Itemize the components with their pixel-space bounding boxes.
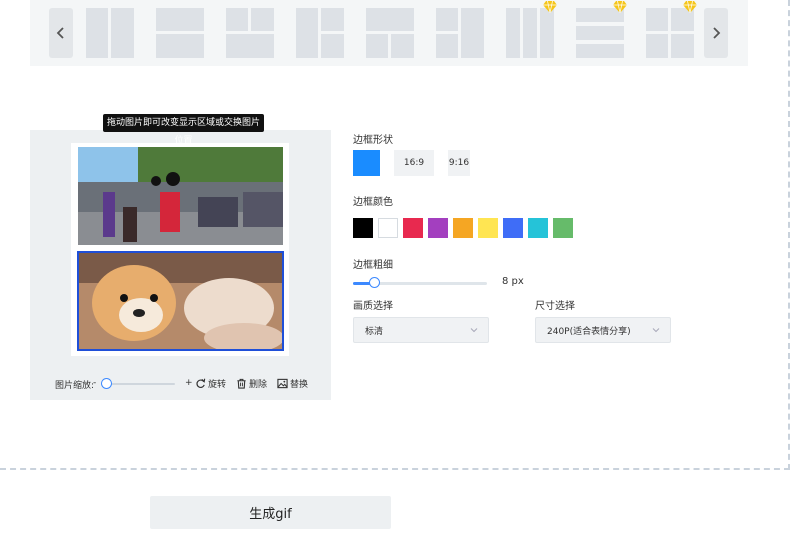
chevron-right-icon — [713, 27, 721, 39]
rotate-label: 旋转 — [208, 380, 227, 390]
thickness-value: 8 px — [502, 276, 524, 287]
layout-option-four-grid[interactable] — [641, 1, 699, 64]
quality-select[interactable]: 标清 — [353, 317, 489, 343]
color-swatch-black[interactable] — [353, 218, 373, 238]
border-shape-label: 边框形状 — [353, 135, 393, 146]
border-thickness-label: 边框粗细 — [353, 260, 393, 271]
zoom-slider-track[interactable] — [103, 383, 175, 385]
quality-value: 标清 — [365, 326, 384, 337]
size-select[interactable]: 240P(适合表情分享) — [535, 317, 671, 343]
layout-option-left-two-right-one[interactable] — [431, 2, 489, 64]
layout-option-three-columns[interactable] — [501, 1, 559, 64]
image-zoom-bar: 图片缩放: - + 旋转 删除 替换 — [55, 376, 315, 392]
color-swatch-blue[interactable] — [503, 218, 523, 238]
next-layout-button[interactable] — [704, 8, 728, 58]
diamond-icon — [683, 1, 697, 13]
chevron-left-icon — [56, 27, 64, 39]
color-swatch-orange[interactable] — [453, 218, 473, 238]
layout-option-left-one-right-two[interactable] — [291, 2, 349, 64]
border-shape-16-9-option[interactable]: 16:9 — [394, 150, 434, 176]
trash-icon — [237, 378, 246, 389]
color-swatch-green[interactable] — [553, 218, 573, 238]
border-color-label: 边框颜色 — [353, 197, 393, 208]
diamond-icon — [543, 1, 557, 13]
dashed-border-right — [788, 0, 790, 470]
rotate-button[interactable]: 旋转 — [195, 377, 226, 390]
thickness-slider-handle[interactable] — [369, 277, 380, 288]
layout-option-two-rows[interactable] — [151, 2, 209, 64]
size-label: 尺寸选择 — [535, 301, 575, 312]
border-shape-9-16-option[interactable]: 9:16 — [448, 150, 470, 176]
chevron-down-icon — [470, 328, 478, 333]
zoom-slider-handle[interactable] — [101, 378, 112, 389]
layout-option-top-one-bottom-two[interactable] — [361, 2, 419, 64]
collage-image-bottom-selected[interactable] — [77, 251, 284, 351]
delete-button[interactable]: 删除 — [236, 377, 267, 390]
color-swatch-cyan[interactable] — [528, 218, 548, 238]
zoom-out-button[interactable]: - — [93, 378, 96, 388]
generate-gif-button[interactable]: 生成gif — [150, 496, 391, 529]
drag-hint-tooltip: 拖动图片即可改变显示区域或交换图片位置 — [103, 114, 264, 146]
border-shape-square-option[interactable] — [353, 150, 380, 176]
prev-layout-button[interactable] — [49, 8, 73, 58]
image-icon — [277, 378, 288, 389]
zoom-in-button[interactable]: + — [185, 378, 193, 388]
color-swatch-red[interactable] — [403, 218, 423, 238]
rotate-icon — [196, 378, 206, 388]
layout-option-two-columns[interactable] — [81, 2, 139, 64]
zoom-label: 图片缩放: — [55, 381, 95, 391]
size-value: 240P(适合表情分享) — [547, 326, 631, 337]
color-swatch-white[interactable] — [378, 218, 398, 238]
delete-label: 删除 — [249, 380, 268, 390]
replace-label: 替换 — [290, 380, 309, 390]
quality-label: 画质选择 — [353, 301, 393, 312]
replace-button[interactable]: 替换 — [277, 377, 308, 390]
color-swatch-purple[interactable] — [428, 218, 448, 238]
dashed-border-bottom — [0, 468, 790, 470]
collage-image-top[interactable] — [78, 147, 283, 245]
diamond-icon — [613, 1, 627, 13]
layout-option-top-two-bottom-one[interactable] — [221, 2, 279, 64]
layout-option-three-rows[interactable] — [571, 1, 629, 64]
border-color-swatches — [353, 218, 573, 238]
color-swatch-yellow[interactable] — [478, 218, 498, 238]
layout-template-strip — [30, 0, 748, 66]
chevron-down-icon — [652, 328, 660, 333]
